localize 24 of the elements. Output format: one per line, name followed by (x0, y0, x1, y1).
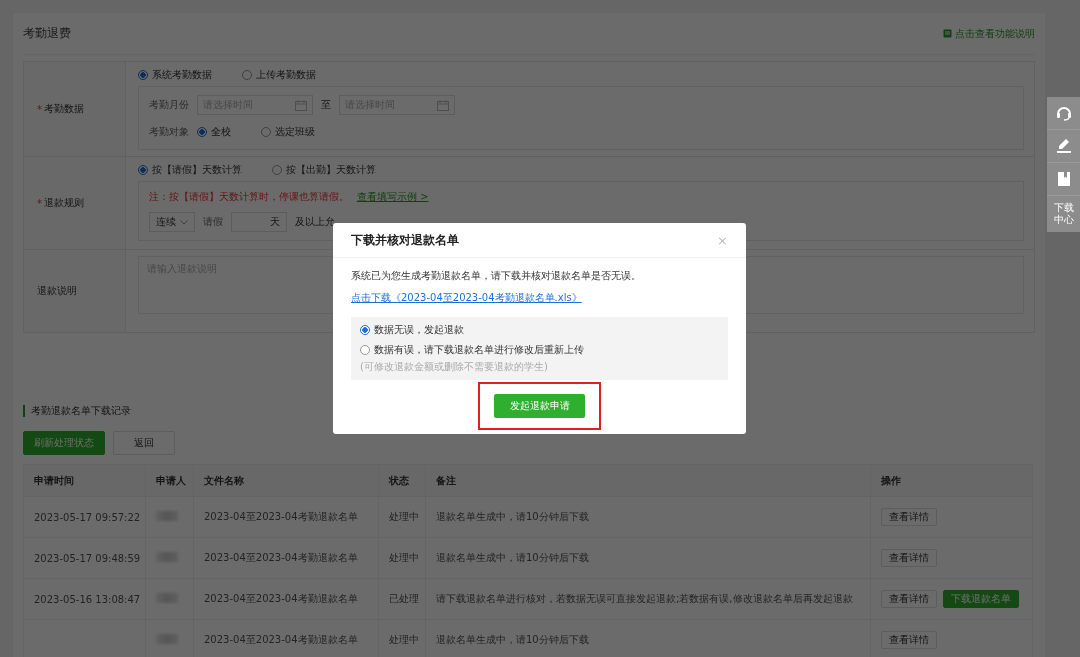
field-label: 退款说明 (37, 284, 77, 298)
field-label: 考勤数据 (44, 102, 84, 116)
column-header: 文件名称 (193, 464, 379, 497)
dialog-message: 系统已为您生成考勤退款名单，请下载并核对退款名单是否无误。 (351, 269, 642, 283)
note-text: 注：按【请假】天数计算时，停课也算请假。 (149, 190, 349, 204)
field-label: 退款规则 (44, 196, 84, 210)
hint-text: (可修改退款金额或删除不需要退款的学生) (360, 360, 548, 374)
column-header: 备注 (425, 464, 871, 497)
required-mark: * (37, 103, 42, 115)
table-cell: 处理中 (389, 551, 419, 565)
column-header: 操作 (870, 464, 1033, 497)
column-header: 申请时间 (23, 464, 146, 497)
table-cell: 2023-05-16 13:08:47 (34, 593, 141, 605)
table-cell: 2023-05-17 09:48:59 (34, 552, 141, 564)
table-cell: 处理中 (389, 633, 419, 647)
column-header: 状态 (378, 464, 426, 497)
table-cell: 处理中 (389, 510, 419, 524)
required-mark: * (37, 197, 42, 209)
dialog-title: 下载并核对退款名单 (351, 231, 459, 249)
table-cell: 2023-05-17 09:57:22 (34, 511, 141, 523)
range-separator: 至 (321, 98, 331, 112)
table-cell: 已处理 (389, 592, 419, 606)
column-header: 申请人 (145, 464, 194, 497)
page-title: 考勤退费 (23, 25, 71, 42)
